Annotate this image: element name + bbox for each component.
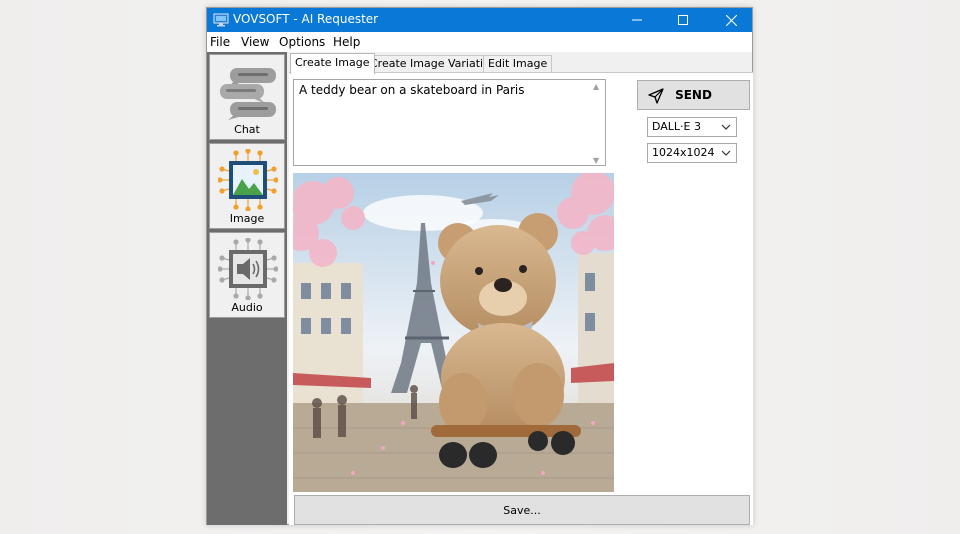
speaker-network-icon [218, 238, 278, 300]
model-select[interactable]: DALL·E 3 [647, 117, 737, 137]
menu-options[interactable]: Options [279, 35, 325, 49]
menu-view[interactable]: View [241, 35, 269, 49]
send-label: SEND [675, 88, 712, 102]
image-network-icon [218, 149, 278, 211]
tab-create-image-variation[interactable]: Create Image Variation [365, 55, 502, 73]
tab-create-image[interactable]: Create Image [290, 53, 375, 74]
scroll-down-icon[interactable]: ▼ [593, 156, 599, 165]
model-select-value: DALL·E 3 [652, 120, 702, 133]
paper-plane-icon [648, 88, 664, 104]
close-button[interactable] [708, 8, 754, 32]
close-icon [725, 14, 737, 26]
chat-bubbles-icon [220, 68, 276, 120]
sidebar-item-chat[interactable]: Chat [209, 54, 285, 140]
prompt-text: A teddy bear on a skateboard in Paris [299, 83, 525, 97]
title-bar[interactable]: VOVSOFT - AI Requester [207, 8, 752, 32]
sidebar-item-image[interactable]: Image [209, 143, 285, 229]
window-title: VOVSOFT - AI Requester [233, 12, 379, 26]
sidebar-item-audio[interactable]: Audio [209, 232, 285, 318]
size-select[interactable]: 1024x1024 [647, 143, 737, 163]
sidebar-item-label: Image [229, 212, 265, 225]
app-monitor-icon [213, 13, 229, 27]
teddy-bear-paris-image [293, 173, 614, 492]
minimize-icon [632, 19, 642, 21]
menu-bar: File View Options Help [207, 32, 752, 52]
maximize-icon [678, 15, 688, 25]
menu-file[interactable]: File [210, 35, 230, 49]
maximize-button[interactable] [660, 8, 706, 32]
tab-edit-image[interactable]: Edit Image [483, 55, 553, 73]
minimize-button[interactable] [614, 8, 660, 32]
sidebar-item-label: Audio [231, 301, 263, 314]
sidebar-item-label: Chat [234, 123, 260, 136]
prompt-textarea[interactable]: A teddy bear on a skateboard in Paris ▲ … [293, 79, 606, 166]
menu-help[interactable]: Help [333, 35, 360, 49]
save-button[interactable]: Save... [294, 495, 750, 525]
size-select-value: 1024x1024 [652, 146, 715, 159]
send-button[interactable]: SEND [637, 80, 750, 110]
prompt-scrollbar[interactable]: ▲ ▼ [590, 81, 604, 166]
app-window: VOVSOFT - AI Requester File View Options… [206, 7, 753, 525]
sidebar: Chat Image Audio [207, 52, 287, 525]
create-image-panel: A teddy bear on a skateboard in Paris ▲ … [289, 72, 753, 525]
generated-image [293, 173, 614, 492]
chevron-down-icon [721, 124, 731, 130]
scroll-up-icon[interactable]: ▲ [593, 82, 599, 91]
chevron-down-icon [721, 150, 731, 156]
